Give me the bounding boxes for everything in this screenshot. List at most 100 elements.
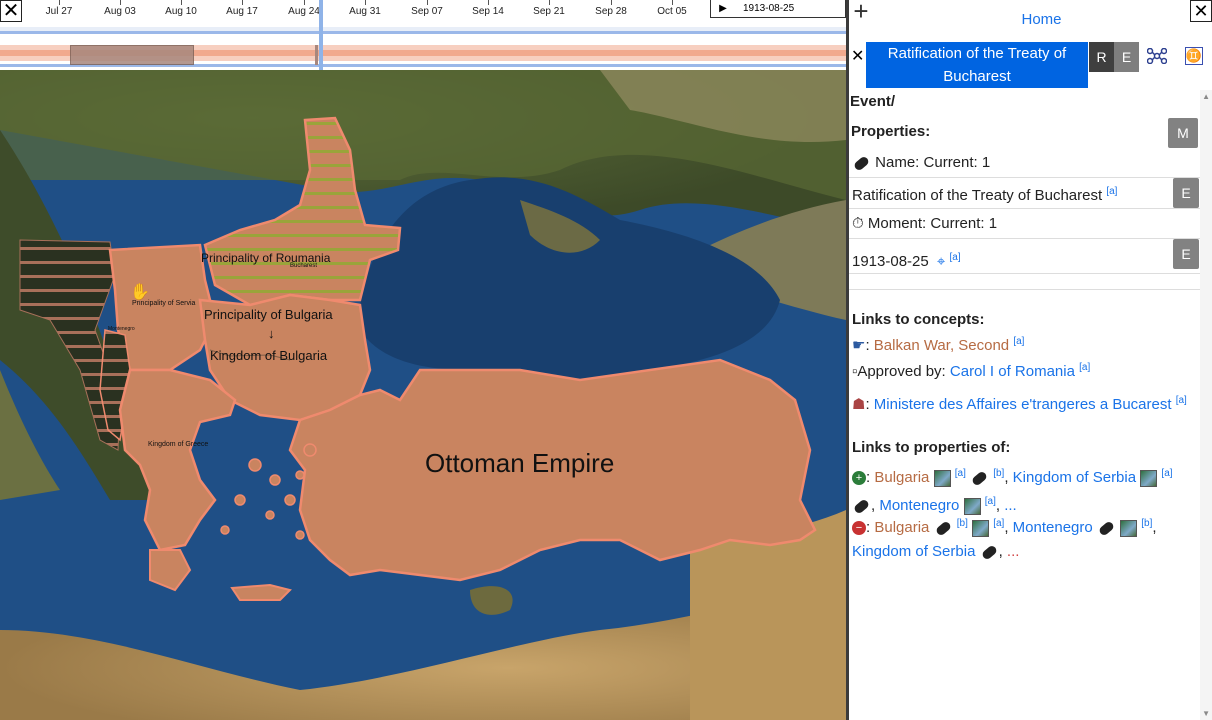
home-link[interactable]: Home <box>849 11 1212 28</box>
tab-close-button[interactable]: ✕ <box>851 46 864 66</box>
person-icon: ☗ <box>852 396 866 413</box>
ref-link[interactable]: [a] <box>955 468 966 479</box>
m-button[interactable]: M <box>1168 118 1198 148</box>
timeline-tick-label: Aug 10 <box>165 6 197 17</box>
timeline-cursor-marker <box>315 45 318 65</box>
timeline-tick-mark <box>365 0 366 5</box>
ref-link[interactable]: [a] <box>1161 468 1172 479</box>
scroll-down-icon[interactable]: ▼ <box>1202 709 1210 718</box>
island-9 <box>295 470 305 480</box>
moment-heading-row: ⏱ Moment: Current: 1 <box>852 215 997 232</box>
timeline-tick-label: Aug 03 <box>104 6 136 17</box>
entity-path: Event/ <box>850 93 896 110</box>
timeline-tick-label: Sep 07 <box>411 6 443 17</box>
plus-properties-row: +: Bulgaria [a] [b], Kingdom of Serbia [… <box>852 462 1192 518</box>
map-icon[interactable] <box>972 519 990 537</box>
island-7 <box>295 530 305 540</box>
concept-link-war[interactable]: Balkan War, Second <box>874 337 1009 354</box>
concept-link-ministry[interactable]: Ministere des Affaires e'trangeres a Buc… <box>874 396 1172 413</box>
timeline-tick-mark <box>672 0 673 5</box>
scroll-up-icon[interactable]: ▲ <box>1202 92 1210 101</box>
plus-link-serbia[interactable]: Kingdom of Serbia <box>1013 469 1136 486</box>
edit-moment-button[interactable]: E <box>1173 239 1199 269</box>
graph-network-icon[interactable] <box>1146 47 1168 69</box>
map-icon[interactable] <box>1140 469 1158 487</box>
minus-link-serbia[interactable]: Kingdom of Serbia <box>852 543 975 560</box>
pill-icon[interactable] <box>980 543 998 561</box>
island-4 <box>265 510 275 520</box>
ref-link[interactable]: [a] <box>1013 336 1024 347</box>
panel-scrollbar[interactable] <box>1200 90 1212 720</box>
map-label-bucharest: Bucharest <box>290 263 318 269</box>
timeline-tick-mark <box>304 0 305 5</box>
close-icon: ✕ <box>2 0 20 22</box>
crosshair-icon[interactable]: ⌖ <box>937 253 945 270</box>
timeline-tick-mark <box>549 0 550 5</box>
timeline-tick-mark <box>488 0 489 5</box>
island-1 <box>248 458 262 472</box>
hand-cursor-icon: ✋ <box>130 284 150 301</box>
gemini-icon[interactable]: ♊ <box>1185 47 1203 65</box>
territory-crete[interactable] <box>230 583 292 601</box>
moment-heading: Moment: Current: 1 <box>867 215 998 232</box>
minus-link-more[interactable]: ... <box>1007 543 1020 560</box>
timeline-tick-label: Sep 28 <box>595 6 627 17</box>
timeline[interactable]: Jul 27 Aug 03 Aug 10 Aug 17 Aug 24 Aug 31 Sep … <box>0 0 846 70</box>
ref-link[interactable]: [b] <box>957 518 968 529</box>
map-label-bulgaria-principality: Principality of Bulgaria <box>204 307 333 322</box>
minus-link-bulgaria[interactable]: Bulgaria <box>874 519 929 536</box>
ref-link[interactable]: [a] <box>993 518 1004 529</box>
ref-link[interactable]: [a] <box>950 252 961 263</box>
tab-r-button[interactable]: R <box>1089 42 1114 72</box>
panel-close-button[interactable]: ✕ <box>1190 0 1212 22</box>
ref-link[interactable]: [a] <box>1079 362 1090 373</box>
play-icon[interactable]: ▶ <box>711 3 735 14</box>
timeline-current-date: 1913-08-25 <box>743 3 795 14</box>
name-heading: Name: Current: 1 <box>875 154 991 171</box>
concept-link-carol[interactable]: Carol I of Romania <box>950 363 1075 380</box>
map-view[interactable]: Jul 27 Aug 03 Aug 10 Aug 17 Aug 24 Aug 31 Sep … <box>0 0 846 720</box>
timeline-tick-label: Aug 17 <box>226 6 258 17</box>
map-label-montenegro: Montenegro <box>108 326 135 332</box>
island-6 <box>220 525 230 535</box>
ref-link[interactable]: [a] <box>1176 395 1187 406</box>
ref-link[interactable]: [a] <box>1106 186 1117 197</box>
timeline-tick-mark <box>611 0 612 5</box>
minus-link-montenegro[interactable]: Montenegro <box>1013 519 1093 536</box>
moment-value: 1913-08-25 <box>852 253 929 270</box>
timeline-current-cursor[interactable] <box>319 0 323 70</box>
edit-name-button[interactable]: E <box>1173 178 1199 208</box>
moment-field[interactable]: 1913-08-25 ⌖ [a] <box>849 238 1200 274</box>
ref-link[interactable]: [a] <box>985 496 996 507</box>
concept-row-ministry: ☗: Ministere des Affaires e'trangeres a … <box>852 395 1187 413</box>
pill-icon[interactable] <box>1097 519 1116 537</box>
name-value: Ratification of the Treaty of Bucharest <box>852 187 1103 204</box>
ref-link[interactable]: [b] <box>1141 518 1152 529</box>
map-canvas[interactable]: Principality of Roumania Bucharest Princ… <box>0 70 846 720</box>
tab-e-button[interactable]: E <box>1114 42 1139 72</box>
map-icon[interactable] <box>933 469 951 487</box>
panel-body: Event/ Properties: M Name: Current: 1 Ra… <box>849 90 1200 720</box>
links-properties-heading: Links to properties of: <box>852 439 1011 456</box>
timeline-tick-label: Jul 27 <box>45 6 73 17</box>
timeline-tick-mark <box>427 0 428 5</box>
tab-event-title[interactable]: Ratification of the Treaty of Bucharest <box>866 42 1088 88</box>
map-icon[interactable] <box>1120 519 1138 537</box>
minus-circle-icon: − <box>852 521 866 536</box>
properties-heading: Properties: <box>851 123 931 140</box>
timeline-tick-label: Aug 24 <box>288 6 320 17</box>
pill-icon[interactable] <box>934 519 952 537</box>
timeline-range-handle[interactable] <box>70 45 194 65</box>
timeline-tick-label: Sep 21 <box>533 6 565 17</box>
timeline-close-button[interactable]: ✕ <box>0 0 22 22</box>
pill-icon[interactable] <box>970 469 989 487</box>
war-hand-icon: ☛ <box>852 337 866 354</box>
map-label-arrow: ↓ <box>268 326 275 341</box>
pill-icon <box>852 154 871 172</box>
close-icon: ✕ <box>1193 0 1209 21</box>
timeline-date-box: ▶ 1913-08-25 <box>710 0 846 18</box>
name-field[interactable]: Ratification of the Treaty of Bucharest … <box>849 177 1200 209</box>
ref-link[interactable]: [b] <box>993 468 1004 479</box>
island-8 <box>303 443 317 457</box>
plus-link-bulgaria[interactable]: Bulgaria <box>874 469 929 486</box>
